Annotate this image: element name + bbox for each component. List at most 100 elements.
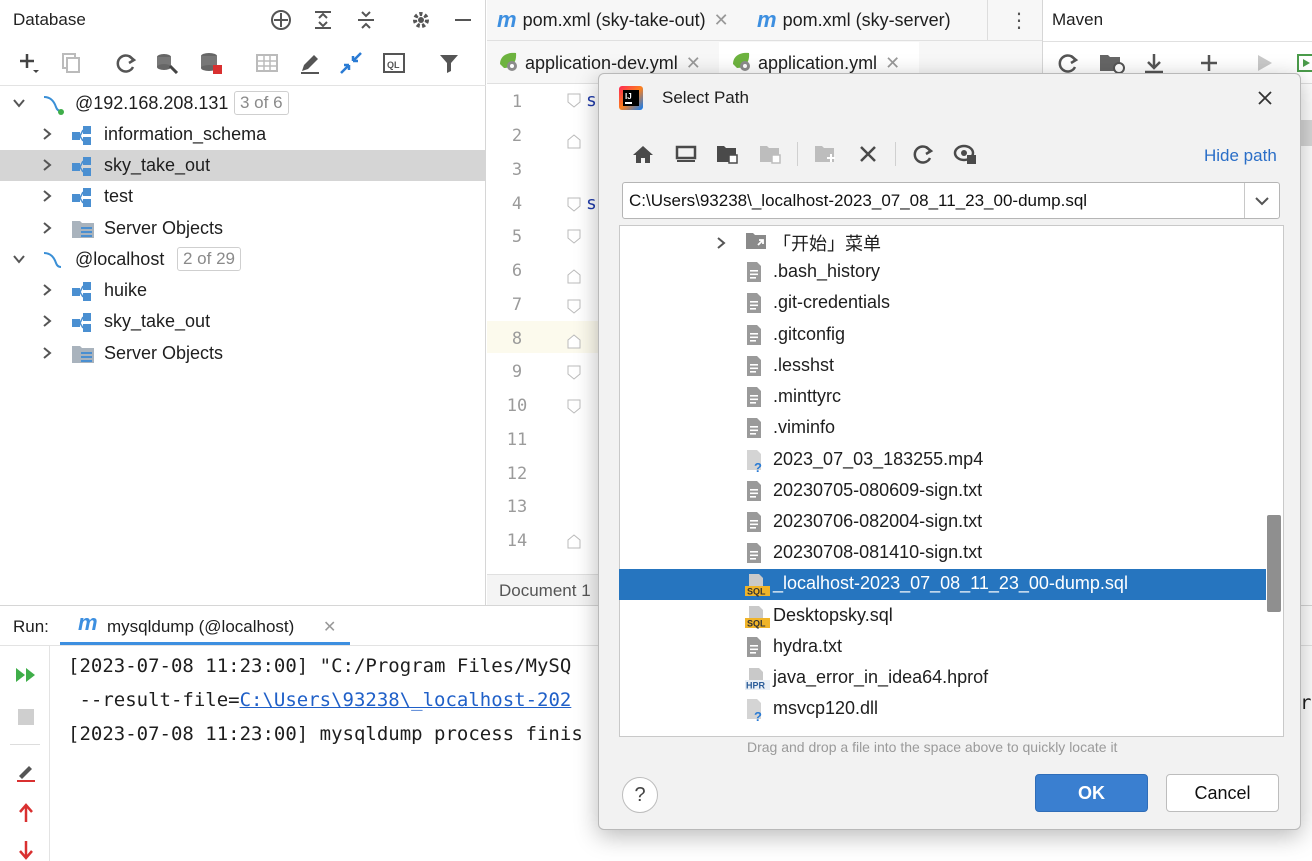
schema-icon: [71, 280, 93, 302]
file-item[interactable]: ? msvcp120.dll: [619, 694, 1281, 727]
file-name: msvcp120.dll: [773, 698, 879, 718]
tree-schema-test[interactable]: test: [0, 181, 486, 212]
file-item-selected[interactable]: SQL _localhost-2023_07_08_11_23_00-dump.…: [619, 569, 1266, 600]
home-icon[interactable]: [629, 140, 657, 168]
tree-label: sky_take_out: [104, 155, 211, 175]
hide-path-link[interactable]: Hide path: [1204, 146, 1277, 166]
show-hidden-files-icon[interactable]: [952, 140, 980, 168]
line-number: 11: [506, 430, 528, 450]
line-number: 5: [511, 227, 523, 247]
close-icon[interactable]: [1253, 86, 1277, 110]
file-item[interactable]: .git-credentials: [619, 288, 1281, 319]
line-number: 2: [511, 126, 523, 146]
rerun-icon[interactable]: [13, 662, 39, 688]
file-item[interactable]: .lesshst: [619, 351, 1281, 382]
minimize-icon[interactable]: [450, 7, 476, 33]
path-input[interactable]: [629, 186, 1239, 215]
close-icon[interactable]: ✕: [885, 53, 900, 74]
file-item[interactable]: .viminfo: [619, 413, 1281, 444]
stop-database-icon[interactable]: [198, 50, 224, 76]
file-name: _localhost-2023_07_08_11_23_00-dump.sql: [773, 573, 1128, 593]
edit-icon[interactable]: [297, 50, 323, 76]
database-toolbar: QL: [0, 40, 486, 86]
tree-server-objects-remote[interactable]: Server Objects: [0, 213, 486, 244]
console-file-link[interactable]: C:\Users\93238\_localhost-202: [240, 689, 572, 711]
delete-icon[interactable]: [854, 140, 882, 168]
crosshair-icon[interactable]: [268, 7, 294, 33]
file-name: .bash_history: [773, 261, 881, 281]
tab-pom-sky-take-out[interactable]: m pom.xml (sky-take-out) ✕: [497, 0, 729, 40]
schema-settings-icon[interactable]: [154, 50, 180, 76]
filter-icon[interactable]: [436, 50, 462, 76]
module-folder-icon[interactable]: [757, 140, 785, 168]
refresh-icon[interactable]: [113, 50, 139, 76]
file-item[interactable]: 20230708-081410-sign.txt: [619, 538, 1281, 569]
tree-schema-sky-take-out[interactable]: sky_take_out: [0, 150, 486, 181]
chevron-right-icon[interactable]: [40, 312, 54, 327]
chevron-down-icon[interactable]: [1251, 191, 1273, 211]
stop-icon[interactable]: [13, 704, 39, 730]
chevron-right-icon[interactable]: [40, 281, 54, 296]
file-item[interactable]: ? 2023_07_03_183255.mp4: [619, 445, 1281, 476]
line-number: 12: [506, 464, 528, 484]
chevron-right-icon[interactable]: [40, 156, 54, 171]
table-icon[interactable]: [254, 50, 280, 76]
chevron-down-icon[interactable]: [12, 250, 26, 264]
chevron-right-icon[interactable]: [40, 125, 54, 140]
more-icon[interactable]: ⋮: [1009, 8, 1029, 32]
close-icon[interactable]: ✕: [714, 10, 729, 31]
tab-pom-sky-server[interactable]: m pom.xml (sky-server): [757, 0, 951, 40]
duplicate-icon[interactable]: [58, 50, 84, 76]
chevron-right-icon[interactable]: [40, 219, 54, 234]
tree-schema-huike[interactable]: huike: [0, 275, 486, 306]
clear-icon[interactable]: [13, 758, 39, 784]
chevron-right-icon[interactable]: [40, 344, 54, 359]
close-icon[interactable]: ✕: [323, 617, 336, 637]
jump-to-console-icon[interactable]: [338, 50, 364, 76]
tree-server-objects-local[interactable]: Server Objects: [0, 338, 486, 369]
code-fragment: s: [586, 90, 597, 111]
close-icon[interactable]: ✕: [686, 53, 701, 74]
collapse-all-icon[interactable]: [353, 7, 379, 33]
query-console-icon[interactable]: QL: [381, 50, 407, 76]
arrow-down-icon[interactable]: [13, 840, 39, 860]
file-item[interactable]: .gitconfig: [619, 320, 1281, 351]
help-button[interactable]: ?: [622, 777, 658, 813]
intellij-logo-icon: IJ: [619, 86, 643, 115]
expand-all-icon[interactable]: [310, 7, 336, 33]
file-item[interactable]: HPR java_error_in_idea64.hprof: [619, 663, 1281, 694]
file-name: Desktopsky.sql: [773, 605, 893, 625]
chevron-right-icon[interactable]: [40, 187, 54, 202]
chevron-right-icon[interactable]: [715, 234, 727, 255]
file-item[interactable]: hydra.txt: [619, 632, 1281, 663]
path-combobox[interactable]: [622, 182, 1280, 219]
file-item[interactable]: .bash_history: [619, 257, 1281, 288]
hprof-file-icon: HPR: [745, 667, 771, 691]
server-objects-icon: [71, 218, 94, 240]
file-item-folder[interactable]: 「开始」菜单: [619, 226, 1281, 257]
separator: [10, 744, 40, 745]
project-folder-icon[interactable]: [714, 140, 742, 168]
arrow-up-icon[interactable]: [13, 800, 39, 826]
tree-connection-localhost[interactable]: @localhost 2 of 29: [0, 244, 486, 275]
file-item[interactable]: .minttyrc: [619, 382, 1281, 413]
refresh-icon[interactable]: [909, 140, 937, 168]
file-item[interactable]: 20230705-080609-sign.txt: [619, 476, 1281, 507]
line-number: 10: [506, 396, 528, 416]
file-item[interactable]: SQL Desktopsky.sql: [619, 601, 1281, 632]
tree-connection-remote[interactable]: @192.168.208.131 3 of 6: [0, 88, 486, 119]
desktop-icon[interactable]: [672, 140, 700, 168]
file-item[interactable]: 20230706-082004-sign.txt: [619, 507, 1281, 538]
add-icon[interactable]: [16, 50, 42, 76]
tree-schema-information-schema[interactable]: information_schema: [0, 119, 486, 150]
gear-icon[interactable]: [408, 7, 434, 33]
ok-button[interactable]: OK: [1035, 774, 1148, 812]
new-folder-icon[interactable]: [812, 140, 840, 168]
chevron-down-icon[interactable]: [12, 94, 26, 108]
cancel-button[interactable]: Cancel: [1166, 774, 1279, 812]
dialog-title: Select Path: [662, 88, 749, 107]
run-tab-label[interactable]: mysqldump (@localhost): [107, 617, 294, 637]
tree-schema-sky-take-out-local[interactable]: sky_take_out: [0, 306, 486, 337]
file-name: hydra.txt: [773, 636, 843, 656]
breadcrumb[interactable]: Document 1: [499, 581, 591, 601]
